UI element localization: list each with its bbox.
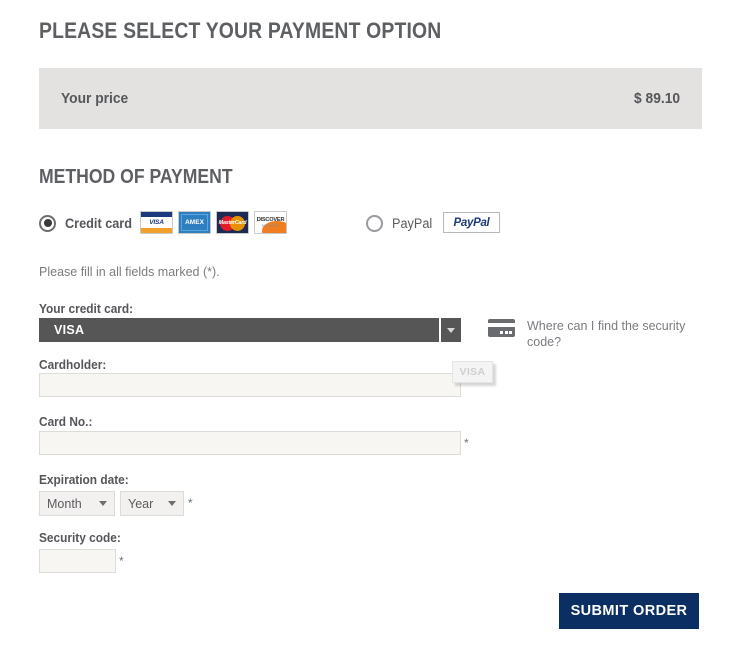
chevron-down-icon[interactable]	[441, 318, 461, 342]
price-label: Your price	[61, 90, 129, 107]
payment-option-credit-card[interactable]: Credit card	[39, 211, 136, 235]
amex-logo-text: AMEX	[185, 219, 204, 226]
required-fields-hint: Please fill in all fields marked (*).	[39, 265, 220, 279]
security-code-help-text[interactable]: Where can I find the security code?	[527, 318, 698, 350]
payment-option-label-paypal: PayPal	[392, 215, 433, 231]
expiration-year-select[interactable]: Year	[120, 491, 184, 516]
label-your-credit-card: Your credit card:	[39, 302, 134, 316]
label-expiration-date: Expiration date:	[39, 473, 129, 487]
radio-credit-card[interactable]	[39, 214, 56, 232]
required-asterisk-card-number: *	[464, 436, 469, 450]
credit-card-cvv-icon	[488, 319, 515, 337]
payment-option-paypal[interactable]: PayPal	[366, 211, 435, 235]
visa-logo-text: VISA	[149, 219, 164, 226]
discover-logo-text: DISCOVER	[256, 217, 285, 223]
label-card-number: Card No.:	[39, 415, 93, 429]
credit-card-type-select[interactable]: VISA	[39, 318, 461, 342]
price-value: $ 89.10	[633, 90, 680, 107]
credit-card-type-dropdown-option-label: VISA	[459, 366, 486, 378]
chevron-down-icon	[168, 501, 176, 506]
paypal-logo-text: PayPal	[453, 216, 490, 229]
paypal-logo-icon: PayPal	[443, 212, 500, 233]
label-cardholder: Cardholder:	[39, 358, 107, 372]
card-number-input[interactable]	[39, 431, 461, 455]
expiration-month-value: Month	[47, 496, 82, 511]
amex-logo-icon: AMEX	[178, 211, 211, 234]
required-asterisk-security-code: *	[119, 554, 124, 568]
expiration-year-value: Year	[128, 496, 154, 511]
label-security-code: Security code:	[39, 531, 121, 545]
payment-page: PLEASE SELECT YOUR PAYMENT OPTION Your p…	[0, 0, 738, 652]
mastercard-logo-text: MasterCard	[218, 220, 247, 226]
page-title: PLEASE SELECT YOUR PAYMENT OPTION	[39, 18, 442, 43]
credit-card-type-dropdown-option[interactable]: VISA	[452, 361, 493, 383]
security-code-input[interactable]	[39, 549, 116, 573]
payment-option-label-credit-card: Credit card	[65, 215, 133, 231]
discover-logo-icon: DISCOVER NETWORK	[254, 211, 287, 234]
mastercard-logo-icon: MasterCard	[216, 211, 249, 234]
credit-card-type-value[interactable]: VISA	[39, 318, 439, 342]
required-asterisk-expiration: *	[188, 496, 193, 510]
expiration-month-select[interactable]: Month	[39, 491, 115, 516]
radio-paypal[interactable]	[366, 214, 383, 232]
section-title-method-of-payment: METHOD OF PAYMENT	[39, 166, 233, 188]
price-summary-bar: Your price $ 89.10	[39, 68, 702, 129]
submit-order-button[interactable]: SUBMIT ORDER	[559, 593, 699, 629]
cardholder-input[interactable]	[39, 373, 461, 397]
security-code-help[interactable]: Where can I find the security code?	[488, 318, 698, 350]
visa-logo-icon: VISA	[140, 211, 173, 234]
accepted-card-brands: VISA AMEX MasterCard DISCOVER NETWORK	[140, 211, 287, 234]
chevron-down-icon	[99, 501, 107, 506]
